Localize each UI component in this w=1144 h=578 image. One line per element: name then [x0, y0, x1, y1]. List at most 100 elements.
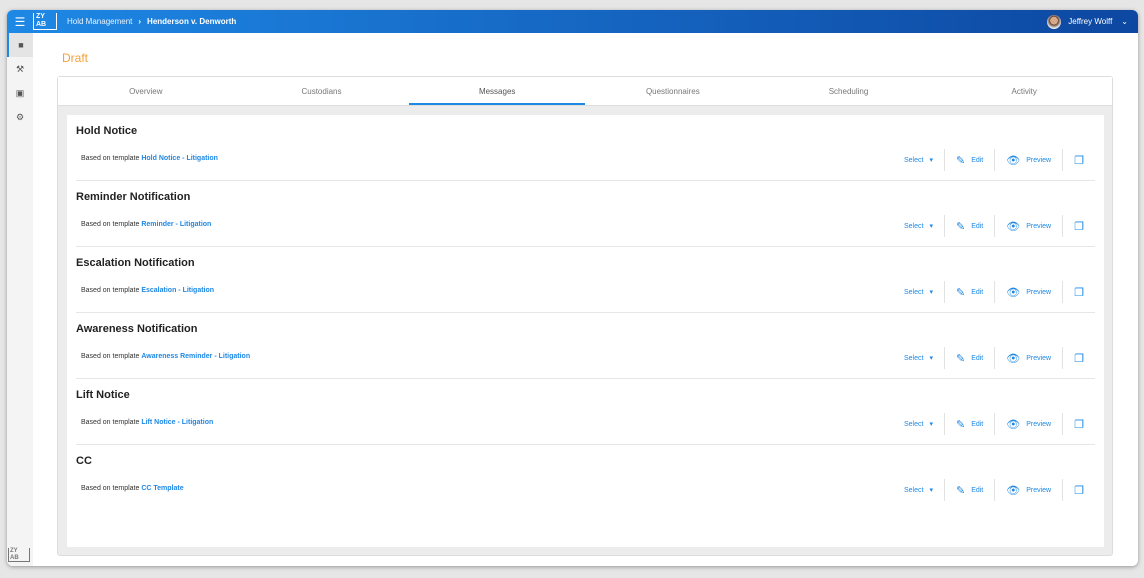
- edit-label: Edit: [971, 222, 984, 230]
- template-link[interactable]: Escalation - Litigation: [141, 287, 214, 294]
- pencil-icon: ✎: [955, 418, 966, 431]
- select-dropdown[interactable]: Select ▾: [893, 215, 945, 237]
- template-info: Based on template CC Template: [81, 485, 184, 492]
- message-actions: Select ▾ ✎ Edit 👁 Preview ❐: [893, 413, 1088, 435]
- edit-button[interactable]: ✎ Edit: [945, 215, 996, 237]
- preview-label: Preview: [1026, 420, 1052, 428]
- template-info: Based on template Reminder - Litigation: [81, 221, 211, 228]
- copy-button[interactable]: ❐: [1063, 347, 1088, 369]
- template-link[interactable]: Hold Notice - Litigation: [141, 155, 218, 162]
- select-dropdown[interactable]: Select ▾: [893, 347, 945, 369]
- edit-button[interactable]: ✎ Edit: [945, 479, 996, 501]
- edit-button[interactable]: ✎ Edit: [945, 347, 996, 369]
- copy-icon: ❐: [1074, 352, 1084, 365]
- select-label: Select: [903, 486, 924, 494]
- message-section: Awareness Notification Based on template…: [76, 313, 1095, 379]
- caret-down-icon: ▾: [929, 421, 933, 428]
- preview-button[interactable]: 👁 Preview: [995, 215, 1064, 237]
- matter-card: Overview Custodians Messages Questionnaires…: [57, 76, 1113, 556]
- edit-button[interactable]: ✎ Edit: [945, 413, 996, 435]
- copy-icon: ❐: [1074, 286, 1084, 299]
- tab-overview[interactable]: Overview: [58, 77, 234, 105]
- copy-button[interactable]: ❐: [1063, 479, 1088, 501]
- copy-button[interactable]: ❐: [1063, 413, 1088, 435]
- template-link[interactable]: Awareness Reminder - Litigation: [141, 353, 250, 360]
- template-info: Based on template Awareness Reminder - L…: [81, 353, 250, 360]
- gavel-icon[interactable]: ⚒: [7, 57, 33, 81]
- copy-button[interactable]: ❐: [1063, 215, 1088, 237]
- select-label: Select: [903, 156, 924, 164]
- preview-button[interactable]: 👁 Preview: [995, 479, 1064, 501]
- template-info: Based on template Lift Notice - Litigati…: [81, 419, 213, 426]
- app-window: ☰ ZY AB Hold Management › Henderson v. De…: [7, 10, 1138, 566]
- messages-list: Hold Notice Based on template Hold Notic…: [67, 115, 1104, 547]
- tab-scheduling[interactable]: Scheduling: [761, 77, 937, 105]
- menu-icon[interactable]: ☰: [7, 15, 33, 29]
- preview-button[interactable]: 👁 Preview: [995, 149, 1064, 171]
- eye-icon: 👁: [1006, 154, 1021, 167]
- caret-down-icon: ▾: [929, 289, 933, 296]
- pencil-icon: ✎: [955, 154, 966, 167]
- select-dropdown[interactable]: Select ▾: [893, 281, 945, 303]
- message-actions: Select ▾ ✎ Edit 👁 Preview ❐: [893, 479, 1088, 501]
- preview-button[interactable]: 👁 Preview: [995, 347, 1064, 369]
- preview-label: Preview: [1026, 354, 1052, 362]
- template-prefix: Based on template: [81, 287, 140, 294]
- message-title: Hold Notice: [76, 125, 138, 137]
- tab-questionnaires[interactable]: Questionnaires: [585, 77, 761, 105]
- user-name: Jeffrey Wolff: [1068, 17, 1113, 26]
- edit-label: Edit: [971, 486, 984, 494]
- select-label: Select: [903, 354, 924, 362]
- user-menu[interactable]: Jeffrey Wolff ⌄: [1047, 14, 1128, 29]
- copy-button[interactable]: ❐: [1063, 281, 1088, 303]
- reports-icon[interactable]: ▣: [7, 81, 33, 105]
- edit-button[interactable]: ✎ Edit: [945, 149, 996, 171]
- briefcase-icon[interactable]: ■: [7, 33, 33, 57]
- edit-label: Edit: [971, 156, 984, 164]
- pencil-icon: ✎: [955, 286, 966, 299]
- tab-custodians[interactable]: Custodians: [234, 77, 410, 105]
- caret-down-icon: ▾: [929, 223, 933, 230]
- avatar: [1047, 14, 1062, 29]
- breadcrumb-hold-management[interactable]: Hold Management: [67, 17, 132, 26]
- edit-label: Edit: [971, 288, 984, 296]
- copy-button[interactable]: ❐: [1063, 149, 1088, 171]
- tab-activity[interactable]: Activity: [936, 77, 1112, 105]
- eye-icon: 👁: [1006, 286, 1021, 299]
- copy-icon: ❐: [1074, 484, 1084, 497]
- breadcrumb-matter: Henderson v. Denworth: [147, 17, 237, 26]
- select-dropdown[interactable]: Select ▾: [893, 479, 945, 501]
- preview-button[interactable]: 👁 Preview: [995, 413, 1064, 435]
- eye-icon: 👁: [1006, 220, 1021, 233]
- gear-icon[interactable]: ⚙: [7, 105, 33, 129]
- caret-down-icon: ▾: [929, 157, 933, 164]
- preview-label: Preview: [1026, 486, 1052, 494]
- message-title: Escalation Notification: [76, 257, 195, 269]
- message-title: Awareness Notification: [76, 323, 198, 335]
- template-prefix: Based on template: [81, 155, 140, 162]
- select-dropdown[interactable]: Select ▾: [893, 149, 945, 171]
- pencil-icon: ✎: [955, 220, 966, 233]
- template-link[interactable]: CC Template: [141, 485, 183, 492]
- template-link[interactable]: Reminder - Litigation: [141, 221, 211, 228]
- message-section: Hold Notice Based on template Hold Notic…: [76, 115, 1095, 181]
- tab-messages[interactable]: Messages: [409, 77, 586, 105]
- pencil-icon: ✎: [955, 352, 966, 365]
- chevron-right-icon: ›: [138, 17, 142, 26]
- message-actions: Select ▾ ✎ Edit 👁 Preview ❐: [893, 215, 1088, 237]
- template-link[interactable]: Lift Notice - Litigation: [141, 419, 213, 426]
- sidebar: ■ ⚒ ▣ ⚙ ZY AB: [7, 33, 33, 566]
- message-title: Reminder Notification: [76, 191, 191, 203]
- select-dropdown[interactable]: Select ▾: [893, 413, 945, 435]
- message-title: Lift Notice: [76, 389, 130, 401]
- message-section: Reminder Notification Based on template …: [76, 181, 1095, 247]
- edit-button[interactable]: ✎ Edit: [945, 281, 996, 303]
- edit-label: Edit: [971, 420, 984, 428]
- chevron-down-icon: ⌄: [1121, 17, 1128, 26]
- preview-label: Preview: [1026, 222, 1052, 230]
- preview-button[interactable]: 👁 Preview: [995, 281, 1064, 303]
- copy-icon: ❐: [1074, 220, 1084, 233]
- message-section: Escalation Notification Based on templat…: [76, 247, 1095, 313]
- zylab-logo[interactable]: ZY AB: [33, 13, 57, 30]
- template-prefix: Based on template: [81, 485, 140, 492]
